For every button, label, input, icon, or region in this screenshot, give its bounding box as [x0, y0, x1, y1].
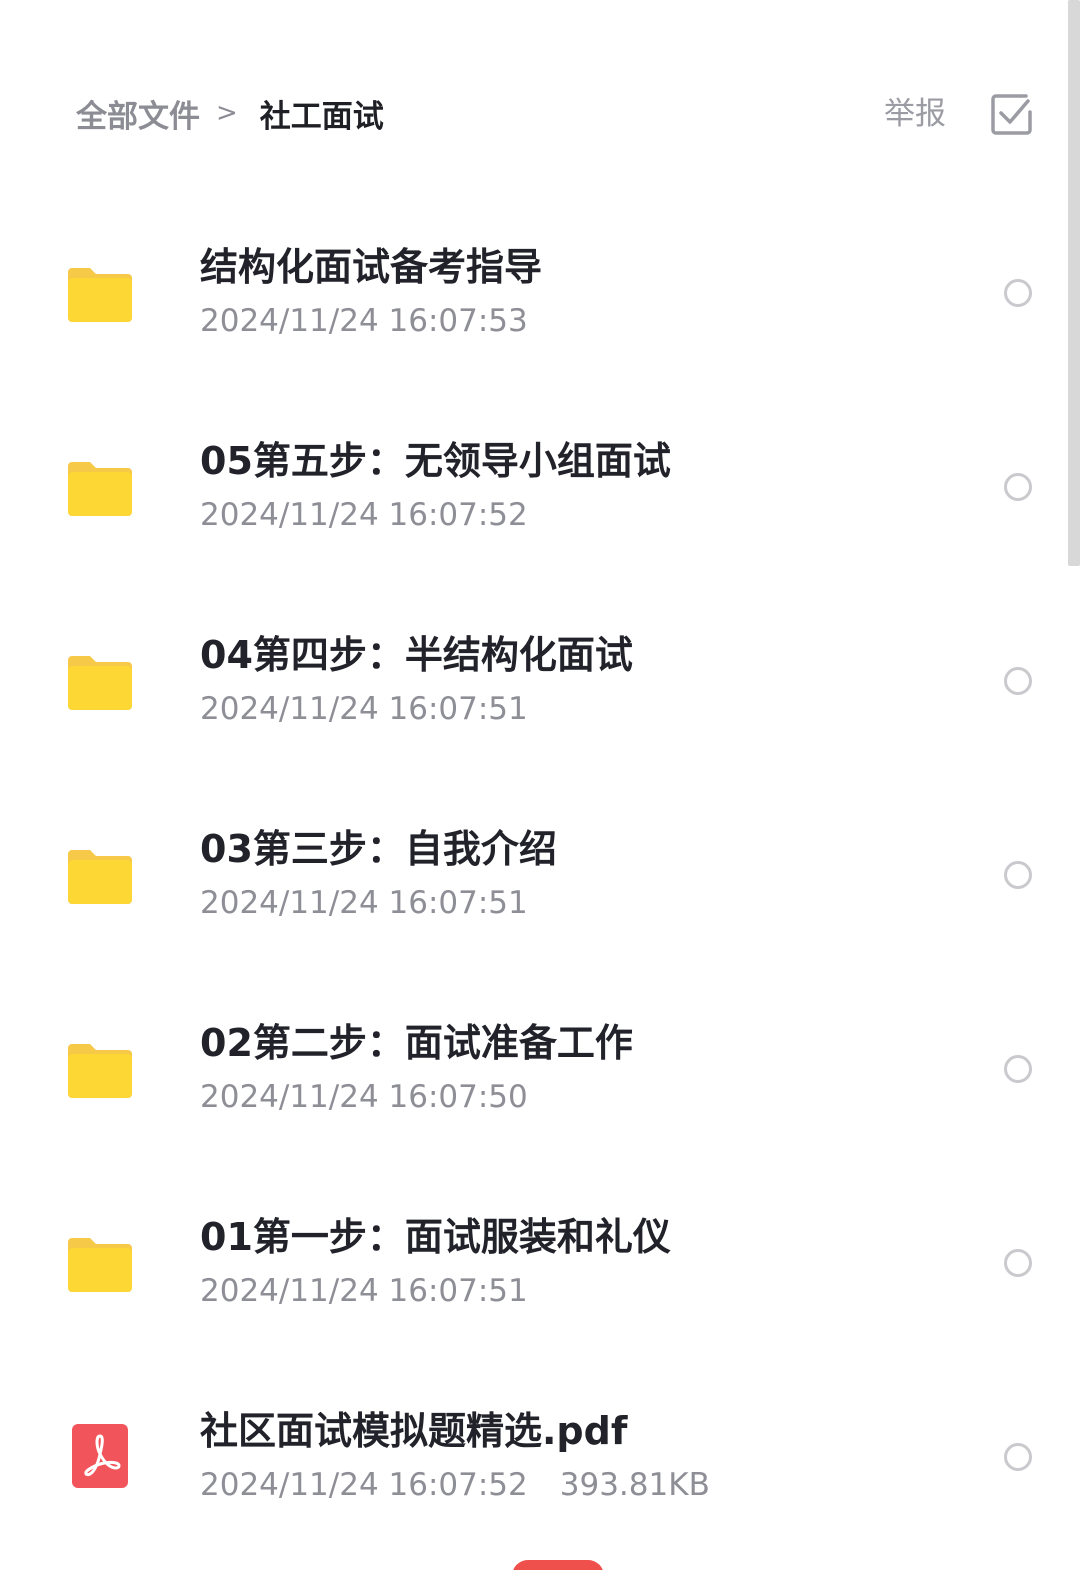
file-row[interactable]: 05第五步：无领导小组面试 2024/11/24 16:07:52 — [0, 388, 1080, 582]
file-date: 2024/11/24 16:07:52 — [200, 1467, 528, 1503]
multi-select-button[interactable] — [990, 92, 1034, 136]
file-browser-page: 全部文件 > 社工面试 举报 结构化面试备考指导 2024/11/24 16:07… — [0, 0, 1080, 1570]
file-name: 01第一步：面试服装和礼仪 — [200, 1215, 671, 1259]
file-meta: 2024/11/24 16:07:53 — [200, 300, 528, 342]
file-date: 2024/11/24 16:07:53 — [200, 303, 528, 339]
file-meta: 2024/11/24 16:07:51 — [200, 1270, 528, 1312]
checkbox-check-icon — [991, 94, 1032, 135]
breadcrumb-separator: > — [216, 98, 238, 128]
select-radio[interactable] — [1004, 667, 1032, 695]
file-name: 结构化面试备考指导 — [200, 245, 543, 289]
file-meta: 2024/11/24 16:07:52 — [200, 494, 528, 536]
file-meta: 2024/11/24 16:07:51 — [200, 882, 528, 924]
select-radio[interactable] — [1004, 1443, 1032, 1471]
header: 全部文件 > 社工面试 举报 — [0, 0, 1080, 200]
file-name: 04第四步：半结构化面试 — [200, 633, 633, 677]
file-date: 2024/11/24 16:07:51 — [200, 885, 528, 921]
file-date: 2024/11/24 16:07:52 — [200, 497, 528, 533]
select-radio[interactable] — [1004, 473, 1032, 501]
breadcrumb: 全部文件 > 社工面试 — [76, 90, 384, 136]
file-date: 2024/11/24 16:07:51 — [200, 1273, 528, 1309]
file-row[interactable]: 02第二步：面试准备工作 2024/11/24 16:07:50 — [0, 970, 1080, 1164]
file-row[interactable]: 01第一步：面试服装和礼仪 2024/11/24 16:07:51 — [0, 1164, 1080, 1358]
file-list: 结构化面试备考指导 2024/11/24 16:07:53 05第五步：无领导小组面… — [0, 194, 1080, 1552]
file-meta: 2024/11/24 16:07:50 — [200, 1076, 528, 1118]
file-date: 2024/11/24 16:07:50 — [200, 1079, 528, 1115]
select-radio[interactable] — [1004, 861, 1032, 889]
select-radio[interactable] — [1004, 1249, 1032, 1277]
folder-icon — [68, 1042, 132, 1098]
file-name: 03第三步：自我介绍 — [200, 827, 557, 871]
bottom-action-button[interactable] — [512, 1560, 604, 1570]
folder-icon — [68, 460, 132, 516]
file-meta: 2024/11/24 16:07:51 — [200, 688, 528, 730]
folder-icon — [68, 266, 132, 322]
file-date: 2024/11/24 16:07:51 — [200, 691, 528, 727]
file-row[interactable]: 结构化面试备考指导 2024/11/24 16:07:53 — [0, 194, 1080, 388]
select-radio[interactable] — [1004, 279, 1032, 307]
file-row[interactable]: 社区面试模拟题精选.pdf 2024/11/24 16:07:52 393.81KB — [0, 1358, 1080, 1552]
report-button[interactable]: 举报 — [884, 92, 946, 136]
folder-icon — [68, 654, 132, 710]
folder-icon — [68, 1236, 132, 1292]
breadcrumb-current: 社工面试 — [259, 98, 384, 135]
scrollbar-thumb[interactable] — [1068, 0, 1080, 566]
file-size: 393.81KB — [559, 1467, 710, 1503]
file-name: 02第二步：面试准备工作 — [200, 1021, 633, 1065]
select-radio[interactable] — [1004, 1055, 1032, 1083]
breadcrumb-root-link[interactable]: 全部文件 — [76, 91, 200, 136]
file-name: 社区面试模拟题精选.pdf — [200, 1409, 628, 1453]
pdf-icon — [72, 1424, 128, 1488]
file-row[interactable]: 03第三步：自我介绍 2024/11/24 16:07:51 — [0, 776, 1080, 970]
file-name: 05第五步：无领导小组面试 — [200, 439, 671, 483]
folder-icon — [68, 848, 132, 904]
file-row[interactable]: 04第四步：半结构化面试 2024/11/24 16:07:51 — [0, 582, 1080, 776]
file-meta: 2024/11/24 16:07:52 393.81KB — [200, 1464, 710, 1506]
